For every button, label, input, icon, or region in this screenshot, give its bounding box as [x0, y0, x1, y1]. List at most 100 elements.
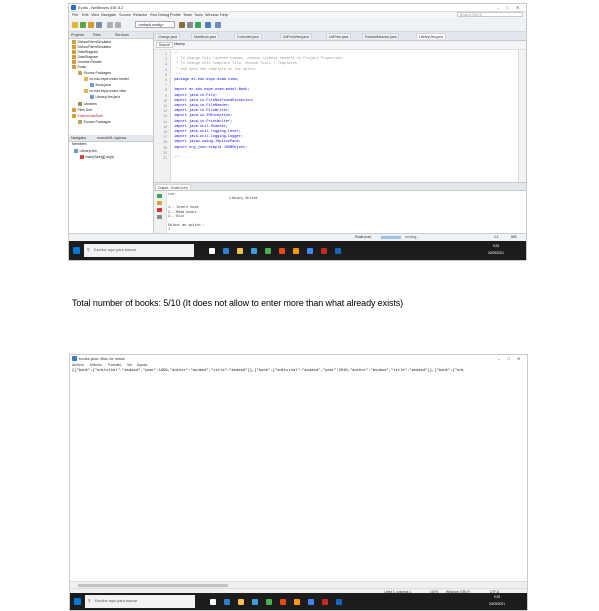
- chrome-icon[interactable]: [308, 599, 314, 605]
- output-tab[interactable]: Output - Evals (run): [155, 183, 191, 190]
- undo-icon[interactable]: [107, 22, 113, 28]
- tree-item[interactable]: Source Packages: [78, 71, 111, 76]
- profile-icon[interactable]: [215, 22, 221, 28]
- task-view-icon[interactable]: [209, 248, 215, 254]
- editor-tab[interactable]: UdPrice.java: [326, 33, 352, 39]
- tree-item[interactable]: ec.edu.espe.exam.model: [84, 77, 129, 82]
- menu-edicion[interactable]: Edición: [90, 363, 102, 367]
- menu-refactor[interactable]: Refactor: [133, 13, 147, 17]
- office-icon[interactable]: [280, 599, 286, 605]
- editor-tab[interactable]: NoteBook.java: [191, 33, 220, 39]
- search-input[interactable]: Search (Ctrl+I): [457, 12, 523, 17]
- code-line: import java.io.FileNotFoundException;: [174, 98, 254, 103]
- store-icon[interactable]: [252, 599, 258, 605]
- menu-edit[interactable]: Edit: [82, 13, 89, 17]
- tab-services[interactable]: Services: [115, 33, 129, 37]
- tree-item[interactable]: Files Sort: [72, 108, 92, 113]
- editor-tab[interactable]: UdProdView.java: [280, 33, 312, 39]
- windows-start-icon[interactable]: [74, 598, 81, 605]
- tree-item[interactable]: LibraryUtm.java: [90, 95, 120, 100]
- menu-view[interactable]: View: [91, 13, 99, 17]
- menu-team[interactable]: Team: [183, 13, 192, 17]
- maximize-icon[interactable]: □: [507, 356, 509, 361]
- app-icon[interactable]: [266, 599, 272, 605]
- office-icon[interactable]: [279, 248, 285, 254]
- menu-archivo[interactable]: Archivo: [72, 363, 84, 367]
- file-explorer-icon[interactable]: [238, 599, 244, 605]
- taskbar-search-input[interactable]: ⚲ Escribe aquí para buscar: [85, 595, 195, 608]
- rerun-options-icon[interactable]: [157, 201, 162, 205]
- menu-window[interactable]: Window: [205, 13, 219, 17]
- tab-navigator[interactable]: Navigator: [71, 136, 86, 140]
- debug-icon[interactable]: [205, 22, 211, 28]
- menu-run[interactable]: Run: [150, 13, 157, 17]
- task-view-icon[interactable]: [210, 599, 216, 605]
- menu-profile[interactable]: Profile: [170, 13, 181, 17]
- menu-source[interactable]: Source: [119, 13, 131, 17]
- status-bar: Evals (run) running... 1:1 INS: [69, 233, 526, 241]
- notepad-text-area[interactable]: [{"book":{"editorial":"asdasd","year":19…: [72, 369, 464, 373]
- minimize-icon[interactable]: –: [498, 356, 500, 361]
- app-icon[interactable]: [265, 248, 271, 254]
- navigator-item[interactable]: main(String[] args): [80, 155, 114, 160]
- open-project-icon[interactable]: [88, 22, 94, 28]
- tab-projects[interactable]: Projects: [71, 33, 84, 37]
- new-file-icon[interactable]: [80, 22, 86, 28]
- menu-file[interactable]: File: [72, 13, 78, 17]
- edge-icon[interactable]: [224, 599, 230, 605]
- tree-item[interactable]: ec.edu.espe.exam.view: [84, 89, 126, 94]
- windows-start-icon[interactable]: [73, 247, 80, 254]
- tab-source[interactable]: Source: [156, 42, 174, 48]
- tree-item[interactable]: EsteveNoteRadi: [72, 114, 103, 119]
- new-project-icon[interactable]: [72, 22, 78, 28]
- store-icon[interactable]: [251, 248, 257, 254]
- editor-tab[interactable]: EstadoMatacion.java: [362, 33, 400, 39]
- firefox-icon[interactable]: [294, 599, 300, 605]
- run-icon[interactable]: [195, 22, 201, 28]
- app-icon[interactable]: [321, 248, 327, 254]
- scroll-thumb[interactable]: [78, 584, 228, 587]
- menu-help[interactable]: Help: [220, 13, 228, 17]
- maximize-icon[interactable]: □: [506, 5, 508, 10]
- editor-tab-active[interactable]: LibraryUtm.java: [416, 33, 446, 39]
- menu-navigate[interactable]: Navigate: [101, 13, 116, 17]
- tree-item[interactable]: Libraries: [78, 102, 97, 107]
- chrome-icon[interactable]: [307, 248, 313, 254]
- save-all-icon[interactable]: [96, 22, 102, 28]
- clean-build-icon[interactable]: [187, 22, 193, 28]
- redo-icon[interactable]: [115, 22, 121, 28]
- menu-ver[interactable]: Ver: [127, 363, 132, 367]
- line-number: 4: [165, 67, 167, 72]
- rerun-icon[interactable]: [157, 194, 162, 198]
- config-select[interactable]: <default config>: [135, 21, 175, 28]
- app-icon[interactable]: [322, 599, 328, 605]
- menu-debug[interactable]: Debug: [158, 13, 169, 17]
- build-icon[interactable]: [179, 22, 185, 28]
- clear-output-icon[interactable]: [157, 215, 162, 219]
- menu-tools[interactable]: Tools: [194, 13, 203, 17]
- tree-item[interactable]: Source Packages: [78, 120, 111, 125]
- close-icon[interactable]: ✕: [517, 356, 520, 361]
- minimize-icon[interactable]: –: [497, 5, 499, 10]
- window-title: Evals - NetBeans IDE 8.2: [78, 5, 124, 10]
- tree-item[interactable]: Evals: [72, 65, 86, 70]
- navigator-item[interactable]: LibraryUtm: [74, 149, 97, 154]
- netbeans-taskbar-icon[interactable]: [336, 599, 342, 605]
- stop-icon[interactable]: [157, 208, 162, 212]
- netbeans-taskbar-icon[interactable]: [335, 248, 341, 254]
- editor-scrollbar[interactable]: [518, 50, 526, 182]
- close-icon[interactable]: ✕: [516, 5, 519, 10]
- taskbar-search-input[interactable]: ⚲ Escribe aquí para buscar: [84, 244, 194, 257]
- menu-ayuda[interactable]: Ayuda: [137, 363, 147, 367]
- tab-files[interactable]: Files: [93, 33, 101, 37]
- file-explorer-icon[interactable]: [237, 248, 243, 254]
- menu-formato[interactable]: Formato: [108, 363, 121, 367]
- tab-navigator-file[interactable]: examUML.bgdraw: [97, 136, 126, 140]
- tree-item[interactable]: Book.java: [90, 83, 111, 88]
- editor-tab[interactable]: Change.java: [155, 33, 181, 39]
- tab-history[interactable]: History: [174, 42, 185, 46]
- firefox-icon[interactable]: [293, 248, 299, 254]
- line-number: 20: [163, 150, 167, 155]
- edge-icon[interactable]: [223, 248, 229, 254]
- editor-tab[interactable]: Controller.java: [234, 33, 262, 39]
